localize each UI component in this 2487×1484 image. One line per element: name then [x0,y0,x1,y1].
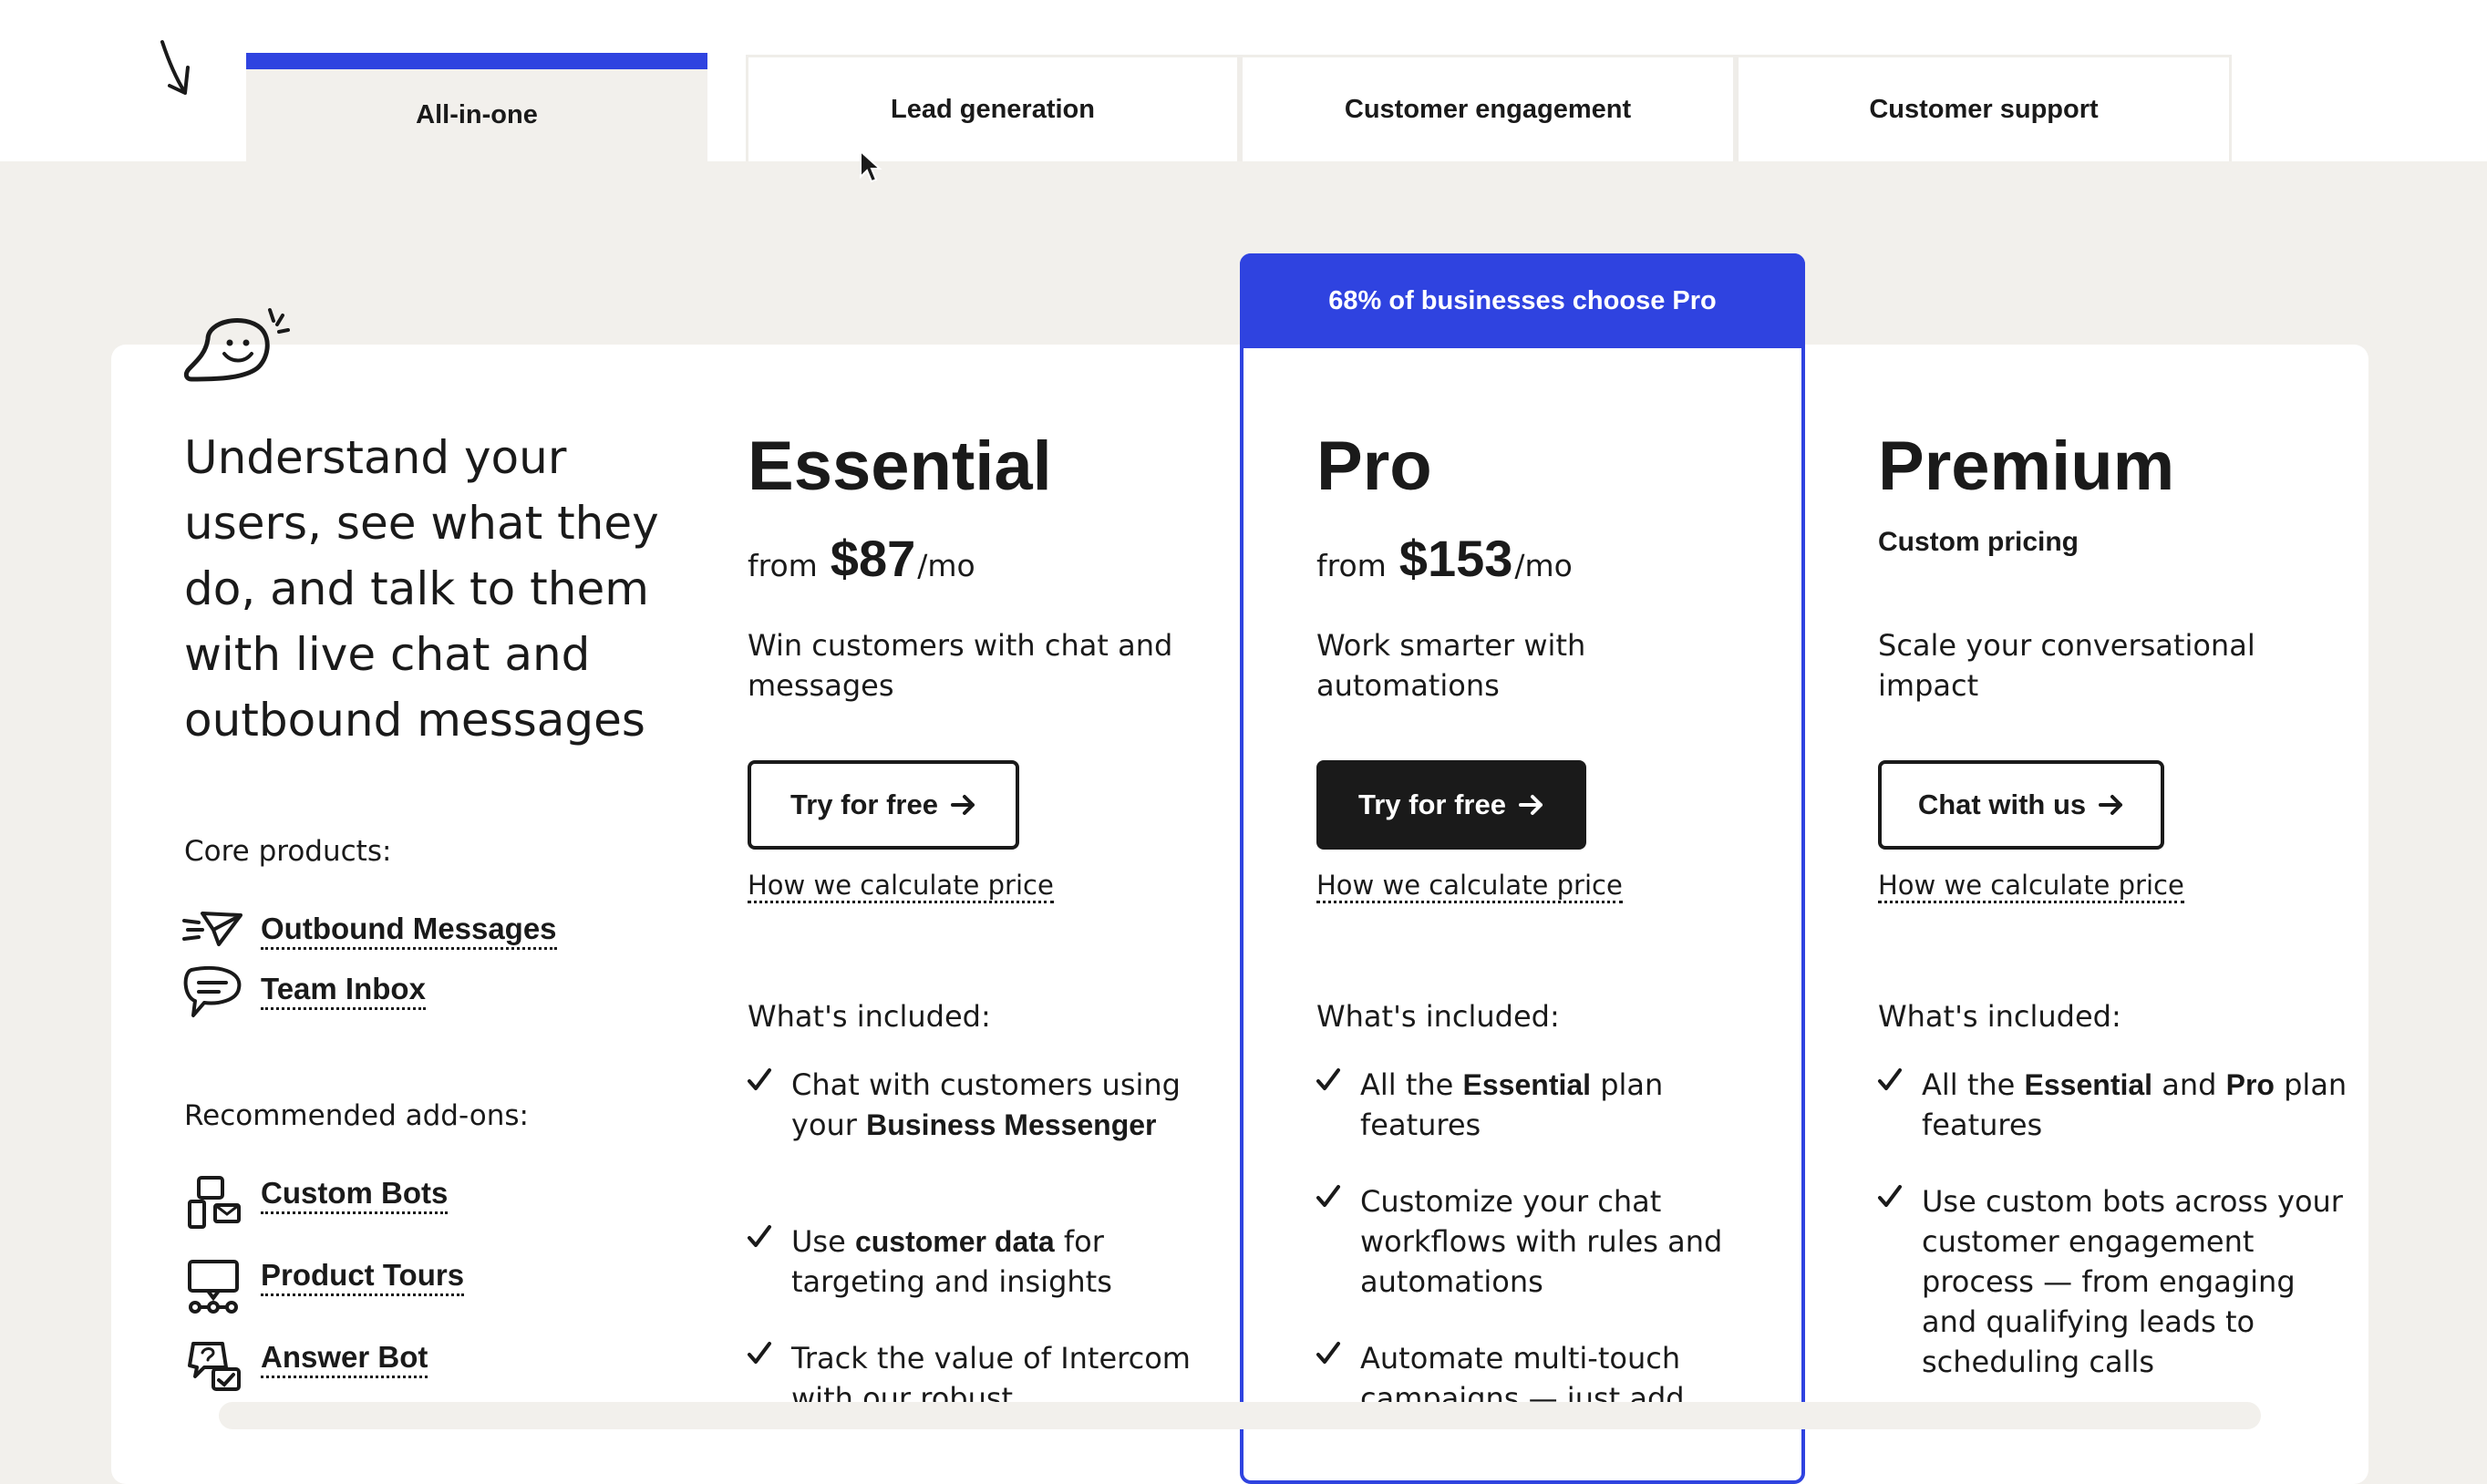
feature-emphasis: Business Messenger [866,1108,1157,1141]
feature-text: Use custom bots across your customer eng… [1922,1184,2343,1379]
feature-emphasis: Pro [2225,1068,2275,1101]
feature-emphasis: customer data [854,1225,1055,1258]
answer-bot-link[interactable]: Answer Bot [261,1340,428,1378]
feature-text: All the [1922,1067,2025,1102]
essential-included-label: What's included: [748,999,991,1034]
pro-price: from $153/mo [1316,529,1573,588]
feature-text: and [2152,1067,2226,1102]
checkmark-icon [748,1068,771,1090]
button-label: Try for free [790,788,938,820]
price-period: /mo [917,548,975,583]
mouse-cursor-icon [860,149,882,183]
pro-calc-price-link[interactable]: How we calculate price [1316,870,1623,903]
checkmark-icon [1878,1068,1902,1090]
premium-included-label: What's included: [1878,999,2121,1034]
team-inbox-link[interactable]: Team Inbox [261,972,426,1010]
essential-calc-price-link[interactable]: How we calculate price [748,870,1054,903]
premium-plan-name: Premium [1878,428,2175,505]
essential-feature-1: Chat with customers using your Business … [748,1065,1220,1145]
tab-lead-generation[interactable]: Lead generation [746,55,1240,161]
checkmark-icon [1316,1342,1340,1364]
pro-feature-1: All the Essential plan features [1316,1065,1789,1145]
pro-try-free-button[interactable]: Try for free [1316,760,1586,850]
price-amount: $87 [830,530,916,587]
checkmark-icon [1316,1185,1340,1207]
essential-try-free-button[interactable]: Try for free [748,760,1019,850]
premium-chat-button[interactable]: Chat with us [1878,760,2164,850]
outbound-messages-link[interactable]: Outbound Messages [261,912,557,950]
premium-tagline: Scale your conversational impact [1878,628,2255,703]
price-from-label: from [1316,548,1387,583]
custom-bots-icon [188,1176,241,1229]
tab-all-in-one[interactable]: All-in-one [246,53,707,161]
essential-plan-name: Essential [748,428,1052,505]
product-tours-link[interactable]: Product Tours [261,1258,465,1296]
recommended-addons-label: Recommended add-ons: [184,1099,529,1132]
premium-custom-pricing: Custom pricing [1878,527,2079,557]
pro-popularity-banner: 68% of businesses choose Pro [1240,253,1805,348]
arrow-right-icon [1518,795,1543,815]
arrow-right-icon [950,795,975,815]
checkmark-icon [1878,1185,1902,1207]
paper-plane-icon [182,912,243,946]
feature-text: Use [791,1224,855,1259]
button-label: Chat with us [1917,788,2087,820]
pro-plan-name: Pro [1316,428,1432,505]
pro-included-label: What's included: [1316,999,1560,1034]
feature-text: Customize your chat workflows with rules… [1360,1184,1723,1299]
chat-bubble-icon [183,966,242,1017]
smiley-mascot-icon [183,308,290,382]
arrow-down-right-icon [160,40,190,95]
intro-headline: Understand your users, see what they do,… [184,431,659,747]
core-products-label: Core products: [184,835,392,868]
tab-customer-support[interactable]: Customer support [1736,55,2232,161]
checkmark-icon [748,1225,771,1247]
sticky-footer-edge [219,1402,2261,1429]
pro-feature-2: Customize your chat workflows with rules… [1316,1181,1789,1302]
button-label: Try for free [1358,788,1506,820]
essential-price: from $87/mo [748,529,975,588]
feature-text: All the [1360,1067,1463,1102]
premium-feature-1: All the Essential and Pro plan features [1878,1065,2350,1145]
checkmark-icon [1316,1068,1340,1090]
essential-feature-2: Use customer data for targeting and insi… [748,1221,1220,1302]
feature-emphasis: Essential [2024,1068,2153,1101]
custom-bots-link[interactable]: Custom Bots [261,1176,449,1214]
feature-emphasis: Essential [1462,1068,1592,1101]
arrow-right-icon [2099,795,2123,815]
premium-feature-2: Use custom bots across your customer eng… [1878,1181,2350,1382]
product-tours-icon [188,1260,239,1314]
essential-tagline: Win customers with chat and messages [748,628,1173,703]
checkmark-icon [748,1342,771,1364]
pro-tagline: Work smarter with automations [1316,628,1586,703]
price-from-label: from [748,548,818,583]
tab-customer-engagement[interactable]: Customer engagement [1240,55,1736,161]
answer-bot-icon [188,1342,241,1391]
price-period: /mo [1514,548,1573,583]
price-amount: $153 [1398,530,1513,587]
premium-calc-price-link[interactable]: How we calculate price [1878,870,2184,903]
